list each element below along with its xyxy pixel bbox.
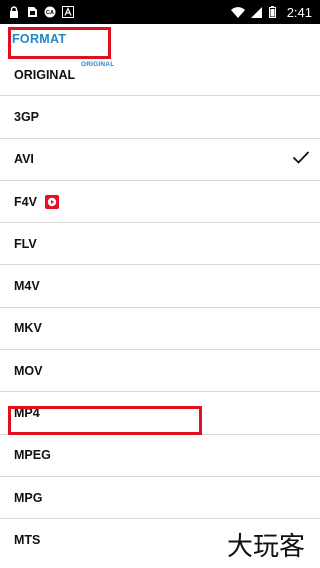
format-label: F4V — [14, 194, 37, 209]
format-label: AVI — [14, 152, 34, 167]
svg-text:CA: CA — [46, 10, 54, 16]
format-label: MKV — [14, 321, 42, 336]
format-label: MPG — [14, 490, 43, 505]
svg-text:大玩客: 大玩客 — [227, 532, 305, 562]
format-label: MTS — [14, 533, 41, 548]
battery-icon — [269, 6, 277, 18]
format-label: MP4 — [14, 406, 40, 421]
lock-icon — [8, 6, 20, 18]
format-option-mkv[interactable]: MKV — [0, 308, 320, 351]
format-option-mov[interactable]: MOV — [0, 350, 320, 393]
sim-card-icon — [26, 6, 38, 18]
wifi-icon — [230, 6, 245, 18]
status-time: 2:41 — [286, 4, 312, 20]
format-option-m4v[interactable]: M4V — [0, 265, 320, 308]
play-badge-icon — [44, 194, 59, 209]
format-label: FLV — [14, 236, 37, 251]
app-badge-icon: CA — [44, 6, 56, 18]
page-title: FORMAT — [12, 32, 67, 46]
font-icon — [62, 6, 74, 18]
format-option-mpg[interactable]: MPG — [0, 477, 320, 520]
format-label: ORIGINAL — [14, 67, 76, 82]
format-option-flv[interactable]: FLV — [0, 223, 320, 266]
format-label: MPEG — [14, 448, 51, 463]
format-label: M4V — [14, 279, 40, 294]
format-option-f4v[interactable]: F4V — [0, 181, 320, 224]
format-option-mpeg[interactable]: MPEG — [0, 435, 320, 477]
signal-icon — [251, 6, 263, 18]
status-bar-right: 2:41 — [230, 4, 312, 20]
status-bar-left: CA — [8, 6, 74, 18]
format-list: ORIGINAL 3GP AVI F4V FLV M4V MKV MOV MP4… — [0, 54, 320, 562]
format-option-mp4[interactable]: MP4 — [0, 392, 320, 435]
format-option-original[interactable]: ORIGINAL — [0, 54, 320, 97]
format-option-avi[interactable]: AVI — [0, 139, 320, 181]
checkmark-icon — [292, 151, 310, 168]
watermark-logo: 大玩客 — [218, 528, 314, 562]
format-label: MOV — [14, 363, 43, 378]
format-option-3gp[interactable]: 3GP — [0, 96, 320, 139]
status-bar: CA 2:41 — [0, 0, 320, 24]
format-label: 3GP — [14, 109, 40, 124]
